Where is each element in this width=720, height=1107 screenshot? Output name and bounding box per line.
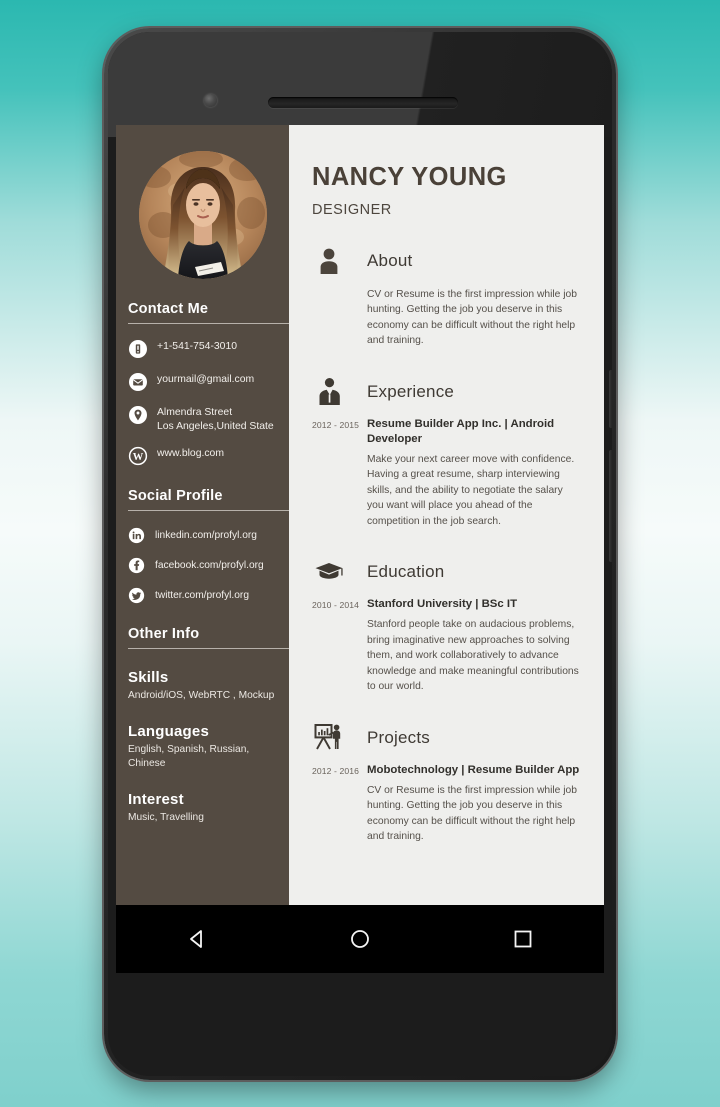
website-icon: W [128,446,148,466]
social-item-twitter[interactable]: twitter.com/profyl.org [128,587,281,604]
phone-bezel: Contact Me +1-541-754-3010 yourmail@gmai… [108,32,612,1076]
presentation-icon [312,721,346,755]
other-info-heading: Other Info [128,626,200,642]
phone-device: Contact Me +1-541-754-3010 yourmail@gmai… [104,28,616,1080]
email-icon [128,372,148,392]
svg-text:W: W [133,452,144,463]
job-role: DESIGNER [312,201,392,218]
resume-sidebar: Contact Me +1-541-754-3010 yourmail@gmai… [116,125,289,905]
social-linkedin-text: linkedin.com/profyl.org [155,530,257,541]
home-circle-icon [351,930,369,948]
nav-recents-button[interactable] [493,919,553,959]
section-education: Education 2010 - 2014 Stanford Universit… [312,555,580,695]
education-title: Education [367,562,445,581]
back-triangle-icon [190,930,203,948]
contact-email-text: yourmail@gmail.com [157,374,255,385]
app-screen: Contact Me +1-541-754-3010 yourmail@gmai… [116,125,604,905]
contact-address-text: Almendra Street Los Angeles,United State [157,407,274,432]
contact-item-website[interactable]: W www.blog.com [128,445,281,466]
education-entry: 2010 - 2014 Stanford University | BSc IT… [312,597,580,695]
experience-entry: 2012 - 2015 Resume Builder App Inc. | An… [312,417,580,530]
social-item-linkedin[interactable]: linkedin.com/profyl.org [128,527,281,544]
resume-main-content: NANCY YOUNG DESIGNER About CV or Resume … [289,125,604,905]
section-projects: Projects 2012 - 2016 Mobotechnology | Re… [312,721,580,845]
phone-icon [128,339,148,359]
nav-home-button[interactable] [330,919,390,959]
contact-section: Contact Me +1-541-754-3010 yourmail@gmai… [116,301,289,466]
avatar [138,151,267,279]
experience-header: Experience [312,375,580,409]
facebook-icon [128,557,145,574]
android-navigation-bar [116,905,604,973]
education-entry-body: Stanford University | BSc IT Stanford pe… [367,597,580,695]
linkedin-icon [128,527,145,544]
page-title: NANCY YOUNG [312,163,507,191]
about-body: CV or Resume is the first impression whi… [312,287,580,349]
contact-list: +1-541-754-3010 yourmail@gmail.com Almen… [128,338,281,466]
info-item-skills: Skills Android/iOS, WebRTC , Mockup [128,669,281,703]
avatar-photo-icon [138,151,267,279]
screen-glass-sheen [108,32,612,137]
social-twitter-text: twitter.com/profyl.org [155,590,249,601]
social-divider [128,510,289,511]
social-list: linkedin.com/profyl.org facebook.com/pro… [128,527,281,604]
languages-value: English, Spanish, Russian, Chinese [128,744,250,769]
experience-entry-title: Resume Builder App Inc. | Android Develo… [367,417,555,445]
nav-back-button[interactable] [167,919,227,959]
briefcase-person-icon [312,375,346,409]
graduation-cap-icon [312,555,346,589]
section-experience: Experience 2012 - 2015 Resume Builder Ap… [312,375,580,530]
contact-phone-text: +1-541-754-3010 [157,341,238,352]
experience-title: Experience [367,381,455,401]
projects-entry-desc: CV or Resume is the first impression whi… [367,784,578,843]
power-button[interactable] [609,370,612,428]
contact-website-text: www.blog.com [157,448,224,459]
projects-entry-title: Mobotechnology | Resume Builder App [367,763,580,776]
info-item-languages: Languages English, Spanish, Russian, Chi… [128,723,281,771]
contact-heading: Contact Me [128,301,209,317]
social-facebook-text: facebook.com/profyl.org [155,560,264,571]
education-date: 2010 - 2014 [312,600,359,610]
recents-square-icon [514,930,532,948]
section-about: About CV or Resume is the first impressi… [312,244,580,349]
contact-item-email[interactable]: yourmail@gmail.com [128,371,281,392]
experience-date: 2012 - 2015 [312,419,359,430]
skills-value: Android/iOS, WebRTC , Mockup [128,690,275,701]
projects-header: Projects [312,721,580,755]
projects-title: Projects [367,727,431,747]
projects-entry-body: Mobotechnology | Resume Builder App CV o… [367,763,580,845]
volume-button[interactable] [609,450,612,562]
twitter-icon [128,587,145,604]
contact-divider [128,323,289,324]
front-camera-icon [204,94,217,107]
contact-item-phone[interactable]: +1-541-754-3010 [128,338,281,359]
info-item-interest: Interest Music, Travelling [128,791,281,825]
education-entry-desc: Stanford people take on audacious proble… [367,619,579,692]
skills-title: Skills [128,669,169,686]
person-icon [312,244,346,278]
experience-entry-desc: Make your next career move with confiden… [367,453,575,527]
earpiece-speaker [268,97,458,108]
about-title: About [367,250,413,270]
about-paragraph: CV or Resume is the first impression whi… [367,288,578,347]
education-entry-title: Stanford University | BSc IT [367,598,518,610]
social-section: Social Profile linkedin.com/profyl.org f… [116,488,289,604]
languages-title: Languages [128,723,209,740]
experience-entry-body: Resume Builder App Inc. | Android Develo… [367,417,580,530]
other-info-divider [128,648,289,649]
social-heading: Social Profile [128,488,223,504]
interest-value: Music, Travelling [128,812,204,823]
interest-title: Interest [128,791,184,808]
contact-item-address[interactable]: Almendra Street Los Angeles,United State [128,404,281,433]
about-header: About [312,244,580,278]
avatar-container [116,125,289,279]
other-info-section: Other Info Skills Android/iOS, WebRTC , … [116,626,289,825]
projects-entry: 2012 - 2016 Mobotechnology | Resume Buil… [312,763,580,845]
social-item-facebook[interactable]: facebook.com/profyl.org [128,557,281,574]
education-header: Education [312,555,580,589]
projects-date: 2012 - 2016 [312,765,359,776]
location-icon [128,405,148,425]
